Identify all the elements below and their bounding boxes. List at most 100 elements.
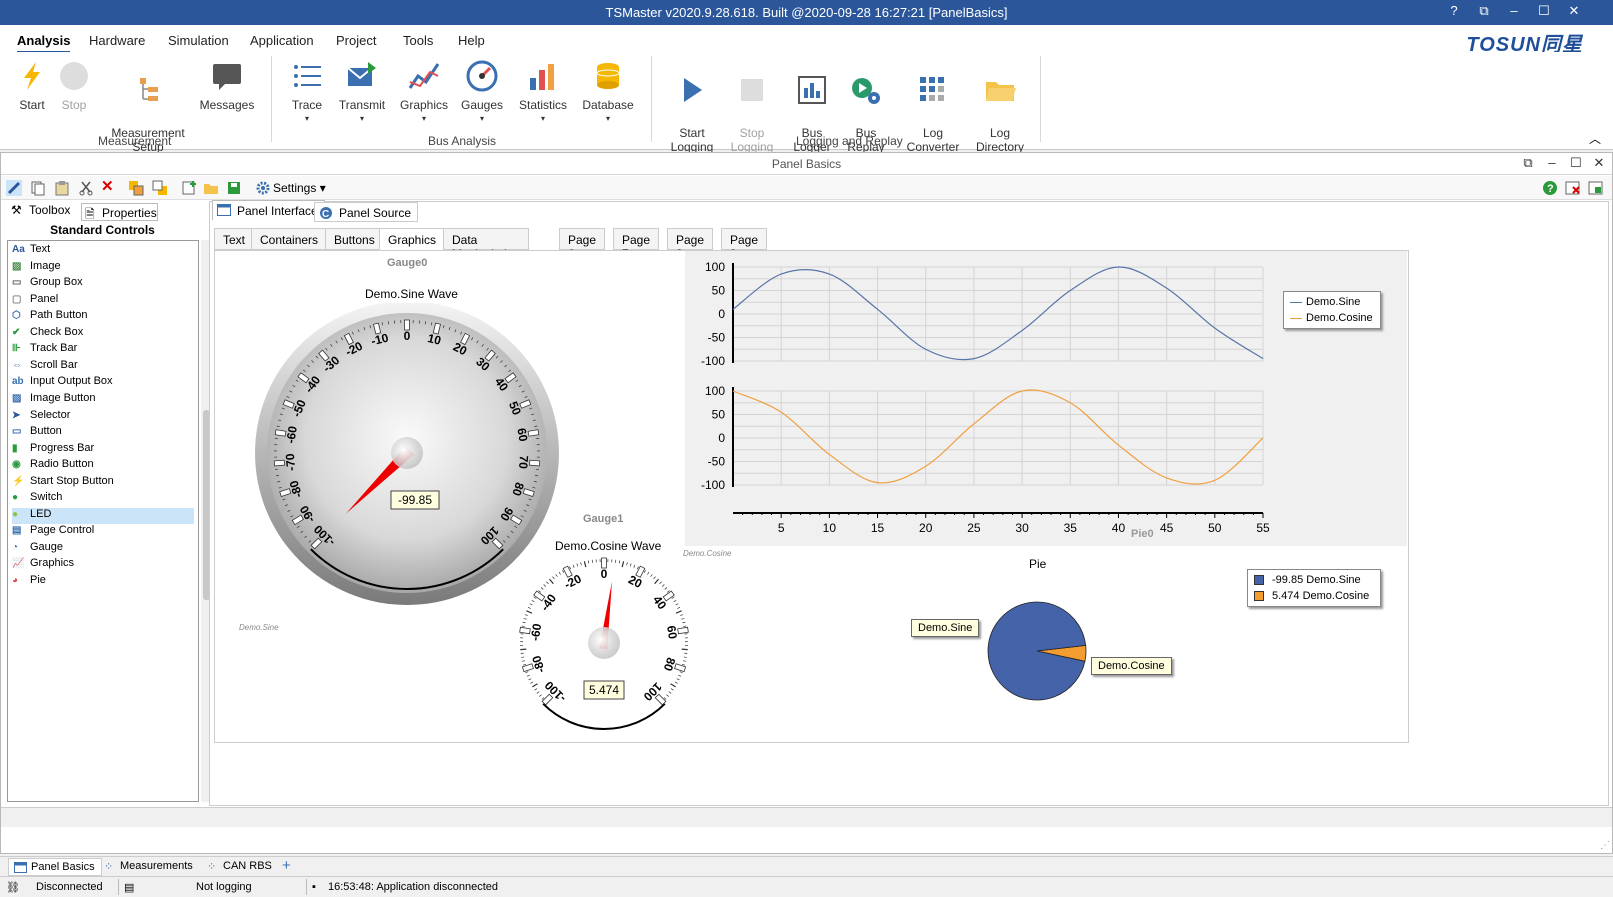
- page-tab-page-6[interactable]: Page 6: [559, 228, 606, 261]
- graphics-button[interactable]: Graphics ▾: [398, 60, 450, 126]
- maximize-panel-button[interactable]: ☐: [1566, 155, 1586, 171]
- help-icon[interactable]: ?: [1443, 3, 1465, 18]
- stop-logging-button[interactable]: Stop Logging: [724, 60, 780, 154]
- collapse-ribbon-icon[interactable]: ︿: [1589, 130, 1601, 147]
- control-item-label: Panel: [30, 292, 59, 305]
- stop-button[interactable]: Stop: [56, 60, 92, 112]
- bring-front-icon[interactable]: [128, 180, 144, 196]
- menu-tools[interactable]: Tools: [403, 33, 433, 48]
- control-item-label: Input Output Box: [30, 375, 113, 388]
- control-item-button[interactable]: ▭ Button: [12, 425, 194, 441]
- gauge-tick: [539, 694, 542, 697]
- control-item-input-output-box[interactable]: ab Input Output Box: [12, 375, 194, 391]
- settings-gear-icon[interactable]: [255, 180, 271, 196]
- log-converter-button[interactable]: Log Converter: [904, 60, 962, 154]
- control-item-switch[interactable]: ● Switch: [12, 491, 194, 507]
- restore-layout-icon[interactable]: ⧉: [1473, 3, 1495, 19]
- pie-chart[interactable]: [985, 599, 1089, 703]
- help-circle-icon[interactable]: ?: [1542, 180, 1558, 196]
- control-item-scroll-bar[interactable]: ⇔ Scroll Bar: [12, 359, 194, 375]
- statistics-button[interactable]: Statistics ▾: [514, 60, 572, 126]
- tab-measurements[interactable]: ⁘ Measurements: [102, 860, 193, 873]
- edit-pencil-icon[interactable]: [6, 180, 22, 196]
- control-item-pie[interactable]: ◕ Pie: [12, 574, 194, 590]
- control-item-start-stop-button[interactable]: ⚡ Start Stop Button: [12, 475, 194, 491]
- log-directory-button[interactable]: Log Directory: [970, 60, 1030, 154]
- control-item-led[interactable]: ● LED: [12, 507, 194, 524]
- tab-panel-basics[interactable]: Panel Basics: [8, 858, 102, 876]
- gauge-tick: [674, 681, 678, 684]
- tab-toolbox[interactable]: ⚒ Toolbox: [9, 203, 70, 221]
- paste-icon[interactable]: [54, 180, 70, 196]
- graphics-chart[interactable]: 100 50 0 -50 -100 100 50 0 -50 -100 5 10 15 20 25 30 35 4…: [685, 251, 1407, 546]
- control-item-selector[interactable]: ➤ Selector: [12, 409, 194, 425]
- restore-icon[interactable]: ⧉: [1518, 155, 1538, 171]
- save-panel-icon[interactable]: [226, 180, 242, 196]
- menu-help[interactable]: Help: [458, 33, 485, 48]
- send-back-icon[interactable]: [152, 180, 168, 196]
- minimize-panel-button[interactable]: –: [1542, 155, 1562, 170]
- menu-project[interactable]: Project: [336, 33, 376, 48]
- messages-button[interactable]: Messages: [196, 60, 258, 112]
- tab-can-rbs[interactable]: ⁘ CAN RBS: [205, 860, 272, 873]
- menu-analysis[interactable]: Analysis: [17, 33, 71, 53]
- menu-simulation[interactable]: Simulation: [168, 33, 229, 48]
- page-tab-text[interactable]: Text: [214, 228, 255, 250]
- tab-panel-interface[interactable]: Panel Interface: [212, 200, 325, 220]
- start-button[interactable]: Start: [14, 60, 50, 112]
- minimize-button[interactable]: –: [1503, 3, 1525, 18]
- control-button-icon: ▭: [12, 426, 22, 438]
- control-item-panel[interactable]: ▢ Panel: [12, 293, 194, 309]
- maximize-button[interactable]: ☐: [1533, 3, 1555, 19]
- control-item-page-control[interactable]: ▤ Page Control: [12, 524, 194, 540]
- close-button[interactable]: ✕: [1563, 3, 1585, 19]
- page-tab-page-9[interactable]: Page 9: [721, 228, 768, 261]
- control-item-text[interactable]: Aa Text: [12, 243, 194, 259]
- control-item-progress-bar[interactable]: ▮ Progress Bar: [12, 442, 194, 458]
- tab-properties[interactable]: 🗎 Properties: [81, 203, 158, 221]
- gauge1-dial[interactable]: -100-80-60-40-20 0 204060801005.474: [511, 553, 697, 743]
- horizontal-splitter[interactable]: [1, 807, 1612, 827]
- gauge-tick-label: 0: [404, 329, 411, 343]
- menu-application[interactable]: Application: [250, 33, 314, 48]
- page-tab-page-7[interactable]: Page 7: [613, 228, 660, 261]
- control-item-check-box[interactable]: ✔ Check Box: [12, 326, 194, 342]
- open-folder-icon[interactable]: [203, 180, 219, 196]
- control-panel-icon: ▢: [12, 293, 22, 305]
- page-tab-data-manipulation[interactable]: Data Manipulation: [443, 228, 530, 261]
- control-group-box-icon: ▭: [12, 277, 22, 289]
- control-item-group-box[interactable]: ▭ Group Box: [12, 276, 194, 292]
- gauges-button[interactable]: Gauges ▾: [458, 60, 506, 126]
- transmit-button[interactable]: Transmit ▾: [336, 60, 388, 126]
- page-tab-page-8[interactable]: Page 8: [667, 228, 714, 261]
- page-tab-graphics[interactable]: Graphics: [379, 228, 446, 250]
- database-button[interactable]: Database ▾: [578, 60, 638, 126]
- gauge-tick: [534, 688, 538, 691]
- menu-hardware[interactable]: Hardware: [89, 33, 145, 48]
- start-logging-button[interactable]: Start Logging: [664, 60, 720, 154]
- tab-panel-source[interactable]: C Panel Source: [314, 202, 419, 222]
- control-gauge-icon: ◔: [12, 541, 19, 553]
- close-panel-button[interactable]: ✕: [1589, 155, 1609, 171]
- gauge-tick: [659, 581, 662, 585]
- delete-icon[interactable]: ✕: [101, 179, 117, 196]
- control-item-gauge[interactable]: ◔ Gauge: [12, 541, 194, 557]
- close-red-icon[interactable]: [1565, 180, 1581, 196]
- cut-icon[interactable]: [78, 180, 94, 196]
- control-item-image[interactable]: ▨ Image: [12, 260, 194, 276]
- control-item-path-button[interactable]: ⬡ Path Button: [12, 309, 194, 325]
- control-item-track-bar[interactable]: ⊪ Track Bar: [12, 342, 194, 358]
- page-tab-containers[interactable]: Containers: [251, 228, 328, 250]
- control-item-image-button[interactable]: ▨ Image Button: [12, 392, 194, 408]
- trace-button[interactable]: Trace ▾: [288, 60, 326, 126]
- page-tab-buttons[interactable]: Buttons: [325, 228, 384, 250]
- settings-menu[interactable]: Settings ▾: [273, 181, 326, 195]
- control-item-radio-button[interactable]: ◉ Radio Button: [12, 458, 194, 474]
- resize-grip-icon[interactable]: ⋰: [1600, 840, 1610, 851]
- can-rbs-icon: ⁘: [207, 861, 217, 873]
- control-item-graphics[interactable]: 📈 Graphics: [12, 557, 194, 573]
- export-icon[interactable]: [1588, 180, 1604, 196]
- add-tab-button[interactable]: +: [282, 857, 291, 874]
- new-panel-icon[interactable]: [181, 180, 197, 196]
- copy-icon[interactable]: [30, 180, 46, 196]
